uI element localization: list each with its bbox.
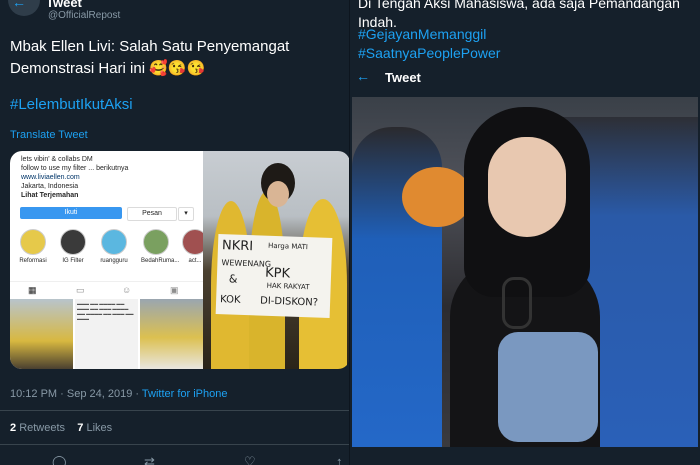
follow-button: Ikuti bbox=[20, 207, 122, 219]
woman-face bbox=[488, 137, 566, 237]
source-link[interactable]: Twitter for iPhone bbox=[142, 388, 228, 400]
header-title: Tweet bbox=[46, 0, 82, 10]
sign-text: HAK RAKYAT bbox=[266, 281, 310, 292]
back-arrow-icon[interactable]: ← bbox=[356, 68, 370, 84]
sign-text: KPK bbox=[264, 265, 291, 282]
protest-sign: NKRI Harga MATI WEWENANG KPK HAK RAKYAT … bbox=[215, 234, 333, 318]
sign-text: & bbox=[228, 272, 238, 286]
tweet-header-bar: ← Tweet bbox=[350, 66, 700, 88]
divider bbox=[0, 444, 350, 445]
tagged-icon: ▣ bbox=[170, 285, 179, 295]
grid-photo: ▬▬▬ ▬▬ ▬▬▬▬ ▬▬ ▬▬▬ ▬▬ ▬▬▬ ▬▬▬▬ ▬▬ ▬▬▬▬ ▬… bbox=[75, 299, 138, 369]
tweet-photo[interactable] bbox=[352, 97, 698, 447]
tweet-stats: 2 Retweets 7 Likes bbox=[10, 422, 112, 434]
right-tweet-panel: Di Tengah Aksi Mahasiswa, ada saja Peman… bbox=[350, 0, 700, 465]
grid-photo bbox=[10, 299, 73, 369]
instagram-tabs: ▦ ▭ ☺ ▣ bbox=[10, 281, 203, 300]
hashtag-link[interactable]: #GejayanMemanggil bbox=[358, 26, 486, 42]
bio-line: follow to use my filter ... berikutnya bbox=[21, 165, 129, 172]
back-arrow-icon[interactable]: ← bbox=[12, 0, 26, 10]
retweet-icon[interactable]: ⇄ bbox=[144, 454, 155, 465]
instagram-grid: ▬▬▬ ▬▬ ▬▬▬▬ ▬▬ ▬▬▬ ▬▬ ▬▬▬ ▬▬▬▬ ▬▬ ▬▬▬▬ ▬… bbox=[10, 299, 203, 369]
bio-link: www.liviaellen.com bbox=[21, 174, 80, 181]
bio-line: Jakarta, Indonesia bbox=[21, 183, 79, 190]
hashtag-link[interactable]: #SaatnyaPeoplePower bbox=[358, 45, 500, 61]
helmet-shape bbox=[402, 167, 472, 227]
bio-line: Lihat Terjemahan bbox=[21, 192, 79, 199]
retweets-label[interactable]: Retweets bbox=[19, 422, 65, 434]
grid-photo bbox=[140, 299, 203, 369]
face-icon: ☺ bbox=[122, 285, 132, 295]
like-icon[interactable]: ♡ bbox=[244, 454, 256, 465]
grid-icon: ▦ bbox=[28, 285, 37, 295]
message-button: Pesan bbox=[127, 207, 177, 221]
person-face bbox=[267, 181, 289, 207]
tweet-text: Mbak Ellen Livi: Salah Satu Penyemangat … bbox=[10, 38, 290, 77]
sign-text: DI-DISKON? bbox=[259, 295, 319, 309]
instagram-screenshot: lets vibin' & collabs DM follow to use m… bbox=[10, 151, 208, 369]
share-icon[interactable]: ↑ bbox=[336, 454, 343, 465]
translate-tweet-link[interactable]: Translate Tweet bbox=[10, 129, 88, 141]
sign-text: WEWENANG bbox=[221, 258, 272, 269]
sign-text: NKRI bbox=[221, 238, 254, 255]
denim-jacket bbox=[498, 332, 598, 442]
likes-count[interactable]: 7 bbox=[77, 422, 83, 434]
sign-text: Harga MATI bbox=[267, 241, 309, 252]
hashtag-link[interactable]: #LelembutIkutAksi bbox=[10, 96, 133, 113]
handle[interactable]: @OfficialRepost bbox=[48, 10, 120, 21]
reply-icon[interactable]: ◯ bbox=[52, 454, 67, 465]
tweet-media[interactable]: lets vibin' & collabs DM follow to use m… bbox=[10, 151, 350, 369]
header-title: Tweet bbox=[385, 70, 421, 85]
likes-label[interactable]: Likes bbox=[86, 422, 112, 434]
sunglasses-shape bbox=[502, 277, 532, 329]
instagram-bio: lets vibin' & collabs DM follow to use m… bbox=[21, 155, 128, 200]
retweets-count[interactable]: 2 bbox=[10, 422, 16, 434]
left-tweet-panel: ← Tweet @OfficialRepost Mbak Ellen Livi:… bbox=[0, 0, 350, 465]
chevron-down-icon: ▾ bbox=[178, 207, 194, 221]
highlight: ruangguru bbox=[99, 229, 129, 264]
timestamp-text: 10:12 PM · Sep 24, 2019 · bbox=[10, 388, 142, 400]
sign-text: KOK bbox=[219, 294, 241, 306]
tweet-timestamp: 10:12 PM · Sep 24, 2019 · Twitter for iP… bbox=[10, 388, 227, 400]
tv-icon: ▭ bbox=[76, 285, 85, 295]
highlight: Reformasi bbox=[18, 229, 48, 264]
highlight: BedahRuma... bbox=[141, 229, 179, 264]
bio-line: lets vibin' & collabs DM bbox=[21, 156, 93, 163]
divider bbox=[0, 410, 350, 411]
highlight: IG Filter bbox=[58, 229, 88, 264]
